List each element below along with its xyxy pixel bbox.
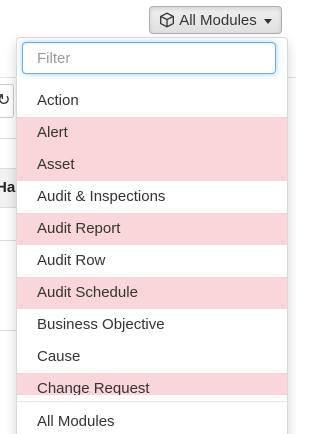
- row-divider: [0, 138, 16, 139]
- module-option[interactable]: Alert: [17, 117, 287, 149]
- modules-dropdown-menu: ActionAlertAssetAudit & InspectionsAudit…: [16, 37, 288, 434]
- row-divider: [0, 240, 16, 241]
- module-list[interactable]: Action Alert Asset Audit & Inspections Audit…: [17, 85, 287, 395]
- dropdown-toggle-label: All Modules: [179, 11, 257, 29]
- module-option[interactable]: Cause: [17, 341, 287, 373]
- filter-input[interactable]: [22, 42, 276, 74]
- table-header-cell: Ha: [0, 168, 16, 208]
- table-header-label: Ha: [0, 179, 16, 196]
- module-option[interactable]: Audit Report: [17, 213, 287, 245]
- module-option[interactable]: Audit Schedule: [17, 277, 287, 309]
- module-option[interactable]: Business Objective: [17, 309, 287, 341]
- cube-icon: [160, 12, 175, 28]
- module-option[interactable]: Audit Row: [17, 245, 287, 277]
- menu-divider: [17, 401, 287, 402]
- modules-dropdown-toggle[interactable]: All Modules: [149, 6, 282, 34]
- refresh-button[interactable]: ↻: [0, 84, 14, 118]
- module-option[interactable]: Audit & Inspections: [17, 181, 287, 213]
- filter-wrapper: [17, 38, 287, 74]
- caret-down-icon: [263, 18, 272, 24]
- all-modules-option[interactable]: All Modules: [17, 406, 287, 434]
- page: ↻ Ha All Modules ActionAlertAssetAudit &…: [0, 0, 296, 434]
- module-option[interactable]: Action: [17, 85, 287, 117]
- row-divider: [0, 330, 16, 331]
- module-option[interactable]: Change Request: [17, 373, 287, 395]
- module-option[interactable]: Asset: [17, 149, 287, 181]
- refresh-icon: ↻: [0, 85, 10, 117]
